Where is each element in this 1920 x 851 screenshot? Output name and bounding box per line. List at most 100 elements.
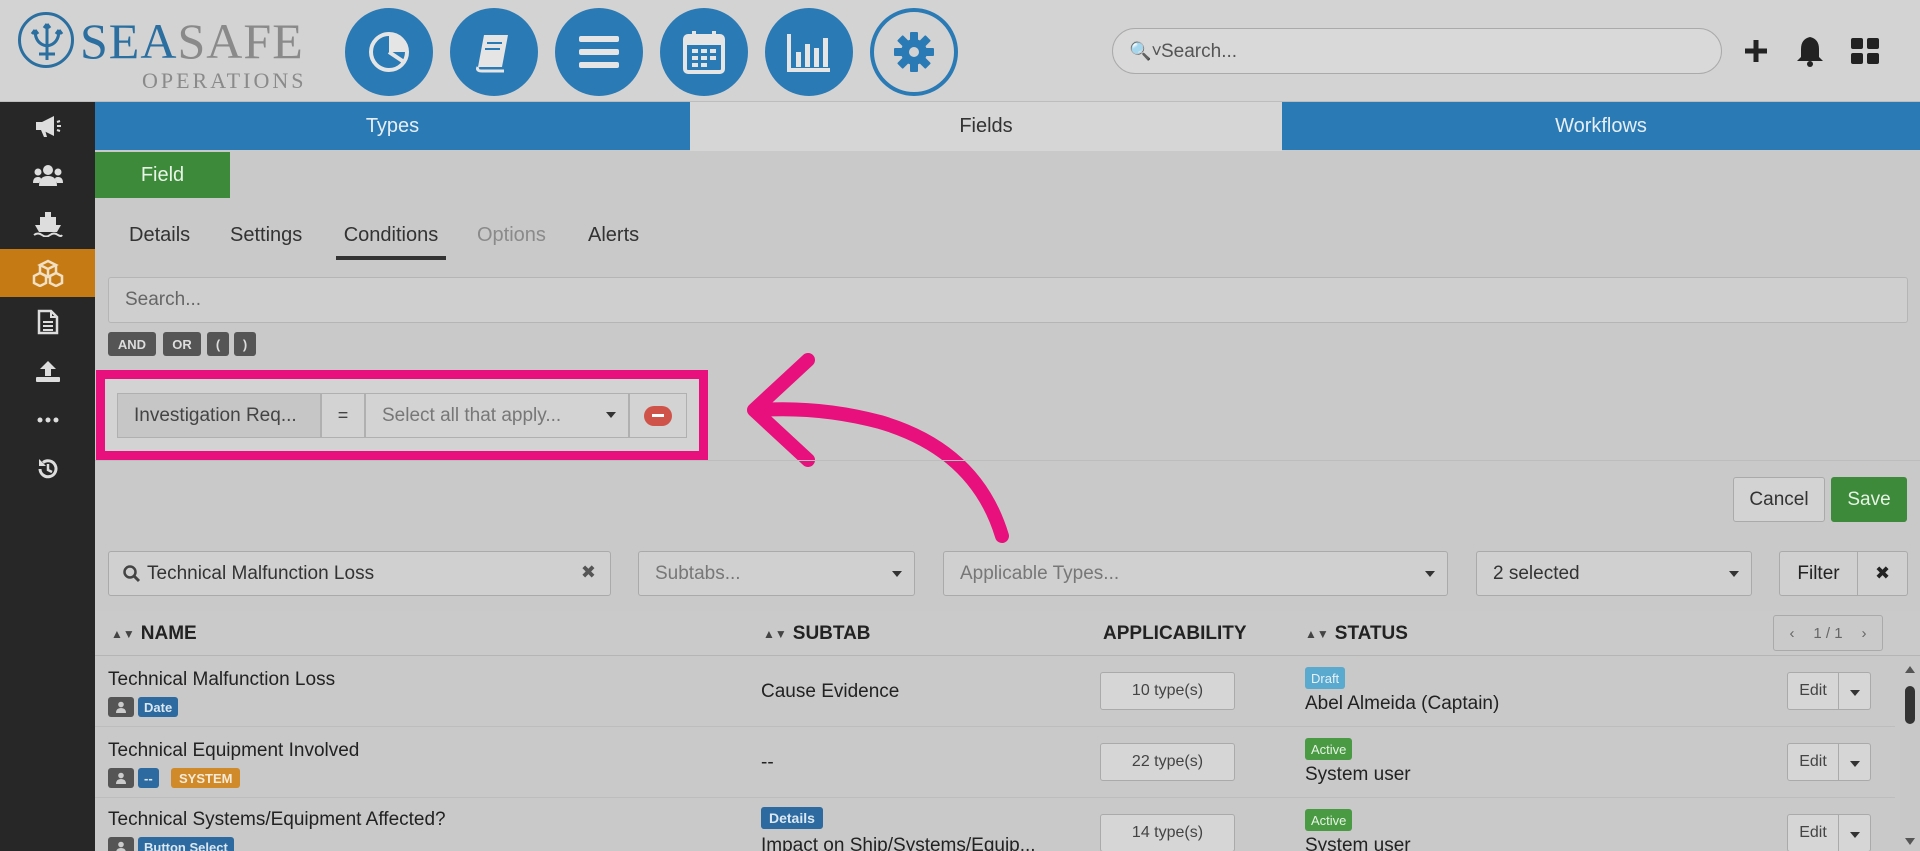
or-operator-button[interactable]: OR [163,332,201,356]
calendar-icon [683,31,725,74]
clear-filters-button[interactable]: ✖ [1858,551,1908,596]
dashboard-nav-button[interactable] [345,8,433,96]
scroll-down-icon[interactable] [1905,838,1915,845]
section-divider [95,460,1920,461]
row-name: Technical Malfunction Loss [108,669,336,690]
subtab-conditions[interactable]: Conditions [336,214,446,260]
settings-nav-button[interactable] [870,8,958,96]
close-paren-button[interactable]: ) [234,332,256,356]
seasafe-logo[interactable]: SEASAFE OPERATIONS [18,12,318,93]
subtab-settings[interactable]: Settings [230,214,302,260]
top-header: SEASAFE OPERATIONS 🔍˅ [0,0,1920,102]
type-badge: -- [138,768,159,788]
condition-value-select[interactable]: Select all that apply... [365,393,629,438]
edit-dropdown-button[interactable] [1839,672,1871,710]
row-subtab: Impact on Ship/Systems/Equip... [761,835,1036,851]
user-icon [108,837,134,851]
tab-types[interactable]: Types [95,102,690,150]
status-filter-value: 2 selected [1493,562,1580,584]
sidebar-item-announcements[interactable] [0,102,95,150]
logbook-nav-button[interactable] [450,8,538,96]
applicability-button[interactable]: 14 type(s) [1100,814,1235,851]
open-paren-button[interactable]: ( [207,332,229,356]
users-icon [32,165,63,186]
sidebar-item-upload[interactable] [0,347,95,395]
next-page-button[interactable]: › [1846,625,1882,642]
row-name: Technical Systems/Equipment Affected? [108,809,446,830]
status-user: System user [1305,835,1411,851]
applicable-types-filter[interactable]: Applicable Types... [943,551,1448,596]
prev-page-button[interactable]: ‹ [1774,625,1810,642]
subtab-details[interactable]: Details [129,214,190,260]
field-button[interactable]: Field [95,152,230,198]
tab-fields[interactable]: Fields [690,102,1282,151]
sidebar [0,102,95,851]
apps-button[interactable] [1845,28,1885,74]
caret-down-icon [606,412,616,418]
remove-condition-button[interactable] [629,393,687,438]
pie-chart-icon [369,32,409,72]
global-search-input[interactable] [1161,39,1701,65]
notifications-button[interactable] [1790,28,1830,74]
plus-icon [1745,40,1767,62]
minus-circle-icon [644,405,672,426]
tab-workflows[interactable]: Workflows [1282,102,1920,150]
table-row[interactable]: Technical Equipment Involved -- SYSTEM -… [95,728,1895,798]
history-icon [38,459,57,479]
table-row[interactable]: Technical Systems/Equipment Affected? Bu… [95,799,1895,851]
edit-button[interactable]: Edit [1787,743,1839,781]
edit-button[interactable]: Edit [1787,814,1839,851]
book-icon [476,35,508,73]
sidebar-item-vessels[interactable] [0,200,95,248]
scrollbar-thumb[interactable] [1905,686,1915,724]
reports-nav-button[interactable] [765,8,853,96]
condition-field-select[interactable]: Investigation Req... [117,393,321,438]
edit-button[interactable]: Edit [1787,672,1839,710]
column-status-header[interactable]: ▲▼ STATUS [1305,611,1408,656]
condition-operator[interactable]: = [321,393,365,438]
sidebar-item-documents[interactable] [0,298,95,346]
sidebar-item-configuration[interactable] [0,249,95,297]
clear-search-icon[interactable]: ✖ [581,562,596,583]
search-icon: 🔍˅ [1129,41,1162,61]
subtab-alerts[interactable]: Alerts [588,214,639,260]
sort-icon: ▲▼ [111,626,135,641]
subtabs-filter[interactable]: Subtabs... [638,551,915,596]
global-search[interactable]: 🔍˅ [1112,28,1722,74]
column-subtab-header[interactable]: ▲▼ SUBTAB [763,611,871,656]
calendar-nav-button[interactable] [660,8,748,96]
field-search-filter[interactable]: Technical Malfunction Loss ✖ [108,551,611,596]
applicable-types-placeholder: Applicable Types... [960,562,1120,584]
column-subtab-label: SUBTAB [792,622,871,644]
list-nav-button[interactable] [555,8,643,96]
upload-icon [35,361,60,382]
status-filter[interactable]: 2 selected [1476,551,1752,596]
main-tabs: Types Fields Workflows [95,102,1920,151]
sidebar-item-more[interactable] [0,396,95,444]
edit-dropdown-button[interactable] [1839,814,1871,851]
save-button[interactable]: Save [1831,477,1907,522]
row-name: Technical Equipment Involved [108,740,360,761]
table-scrollbar[interactable] [1900,660,1920,851]
caret-down-icon [1850,832,1860,838]
subtab-options: Options [477,224,546,246]
applicability-button[interactable]: 22 type(s) [1100,743,1235,781]
and-operator-button[interactable]: AND [108,332,156,356]
add-button[interactable] [1736,28,1776,74]
conditions-search[interactable] [108,277,1908,323]
edit-dropdown-button[interactable] [1839,743,1871,781]
sidebar-item-crew[interactable] [0,151,95,199]
table-row[interactable]: Technical Malfunction Loss Date Cause Ev… [95,657,1895,727]
filter-button[interactable]: Filter [1779,551,1858,596]
cubes-icon [32,259,63,287]
caret-down-icon [1850,761,1860,767]
applicability-button[interactable]: 10 type(s) [1100,672,1235,710]
condition-rule: Investigation Req... = Select all that a… [117,393,687,438]
scroll-up-icon[interactable] [1905,666,1915,673]
column-name-header[interactable]: ▲▼ NAME [111,611,197,656]
sidebar-item-history[interactable] [0,445,95,493]
cancel-button[interactable]: Cancel [1733,477,1825,522]
status-badge: Active [1305,738,1353,760]
row-subtab: -- [761,752,774,773]
conditions-search-input[interactable] [109,278,1907,322]
